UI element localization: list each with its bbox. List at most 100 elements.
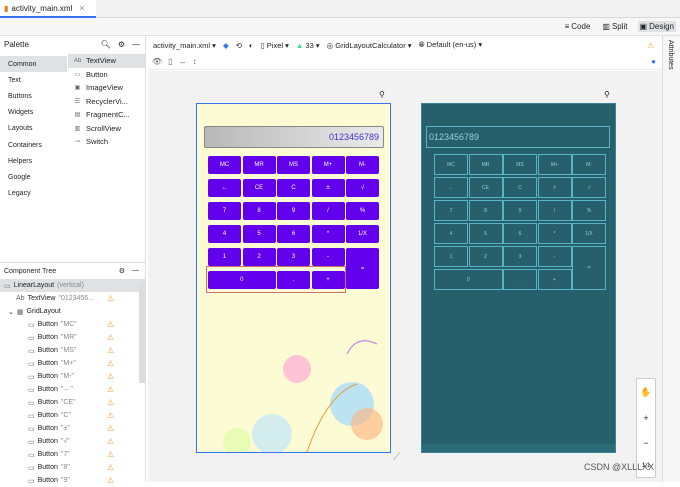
tree-node[interactable]: ▭ Button "MS" ⚠ (0, 344, 145, 357)
layout-file-dropdown[interactable]: activity_main.xml ▾ (153, 41, 216, 50)
calc-key[interactable]: ← (208, 179, 241, 197)
warning-icon[interactable]: ⚠ (107, 320, 114, 329)
calc-key[interactable]: % (346, 202, 379, 220)
chevron-down-icon[interactable]: ⌄ (8, 308, 14, 316)
palette-category-common[interactable]: Common (0, 56, 67, 73)
minimize-icon[interactable]: — (132, 267, 139, 275)
resize-handle-icon[interactable]: ⟋ (393, 452, 400, 463)
minimize-icon[interactable]: — (132, 40, 140, 49)
search-icon[interactable]: 🔍︎ (101, 40, 111, 49)
warning-icon[interactable]: ⚠ (107, 450, 114, 459)
calc-key[interactable]: 8 (242, 202, 276, 220)
calc-key[interactable]: CE (242, 179, 276, 197)
calc-key[interactable]: ± (311, 179, 345, 197)
calc-key[interactable]: MS (277, 156, 310, 174)
tree-node[interactable]: ▭ Button "CE" ⚠ (0, 396, 145, 409)
calc-key[interactable]: 1/X (346, 225, 379, 243)
horizontal-constraint-icon[interactable]: ↔ (179, 57, 187, 66)
palette-category-google[interactable]: Google (0, 169, 67, 185)
design-view-button[interactable]: ▣ Design (637, 21, 676, 32)
locale-dropdown[interactable]: 🌐︎ Default (en-us) ▾ (419, 40, 483, 50)
gear-icon[interactable]: ⚙ (119, 267, 125, 275)
warning-icon[interactable]: ⚠ (107, 346, 114, 355)
calc-key[interactable]: M+ (311, 156, 345, 174)
palette-category-layouts[interactable]: Layouts (0, 121, 67, 137)
vertical-constraint-icon[interactable]: ↕ (193, 57, 197, 66)
device-dropdown[interactable]: ▯ Pixel ▾ (261, 41, 289, 50)
tree-node[interactable]: ▭ Button "±" ⚠ (0, 422, 145, 435)
pin-icon[interactable]: ⚲ (379, 90, 385, 99)
tree-node[interactable]: ⌄ ▦ GridLayout (0, 305, 145, 318)
calc-key[interactable]: 9 (277, 202, 310, 220)
calc-key[interactable]: MR (242, 156, 276, 174)
warning-icon[interactable]: ⚠ (107, 333, 114, 342)
warning-icon[interactable]: ⚠ (107, 476, 114, 485)
design-preview[interactable]: 0123456789 MC MR MS M+ M- ← CE C ± √ 7 8 9/% 4 5 6 * 1/X 1… (196, 103, 391, 453)
close-tab-icon[interactable]: × (79, 3, 84, 13)
attributes-sidebar[interactable]: Attributes (662, 36, 680, 482)
warning-icon[interactable]: ⚠ (107, 424, 114, 433)
warning-icon[interactable]: ⚠ (107, 372, 114, 381)
palette-widget-imageview[interactable]: ▣ ImageView (68, 81, 146, 95)
palette-category-containers[interactable]: Containers (0, 137, 67, 153)
gear-icon[interactable]: ⚙ (118, 40, 125, 49)
calc-key[interactable]: M- (346, 156, 379, 174)
warning-icon[interactable]: ⚠ (107, 398, 114, 407)
warning-icon[interactable]: ⚠ (107, 294, 114, 303)
api-level-dropdown[interactable]: ▲ 33 ▾ (296, 41, 320, 50)
calc-key[interactable]: = (346, 248, 379, 289)
help-icon[interactable]: ● (651, 57, 656, 66)
split-view-button[interactable]: ▥ Split (600, 21, 629, 32)
orientation-icon[interactable]: ⟲ (236, 41, 242, 50)
tree-node[interactable]: Ab TextView "0123456... ⚠ (0, 292, 145, 305)
calc-key[interactable]: 3 (277, 248, 310, 266)
warning-icon[interactable]: ⚠ (107, 385, 114, 394)
calc-key[interactable]: 4 (208, 225, 241, 243)
warning-icon[interactable]: ⚠ (107, 359, 114, 368)
tree-node[interactable]: ▭ Button "7" ⚠ (0, 448, 145, 461)
calc-key[interactable]: C (277, 179, 310, 197)
palette-category-legacy[interactable]: Legacy (0, 186, 67, 202)
zoom-out-button[interactable]: − (643, 438, 648, 448)
tree-node[interactable]: ▭ Button "C" ⚠ (0, 409, 145, 422)
warning-icon[interactable]: ⚠ (647, 41, 654, 50)
tab-activity-main[interactable]: ▮ activity_main.xml × (0, 0, 96, 18)
palette-widget-fragmentc[interactable]: ▤ FragmentC... (68, 108, 146, 122)
calc-key[interactable]: 7 (208, 202, 241, 220)
tree-node[interactable]: ▭ Button "M-" ⚠ (0, 370, 145, 383)
palette-widget-button[interactable]: ▭ Button (68, 68, 146, 82)
calc-key[interactable]: MC (208, 156, 241, 174)
palette-widget-scrollview[interactable]: ▥ ScrollView (68, 122, 146, 136)
calc-key[interactable]: 5 (242, 225, 276, 243)
palette-category-buttons[interactable]: Buttons (0, 88, 67, 104)
blueprint-toggle-icon[interactable]: ▯ (168, 57, 172, 66)
pin-icon[interactable]: ⚲ (604, 90, 610, 99)
tree-node[interactable]: ▭ Button "←" ⚠ (0, 383, 145, 396)
theme-dropdown[interactable]: ◎ GridLayoutCalculator ▾ (327, 41, 412, 50)
design-surface-icon[interactable]: ◆ (223, 41, 229, 50)
tree-node[interactable]: ▭ Button "MR" ⚠ (0, 331, 145, 344)
calc-key[interactable]: 2 (242, 248, 276, 266)
calc-key[interactable]: * (311, 225, 345, 243)
night-mode-icon[interactable]: ◐ (249, 41, 254, 50)
tree-node[interactable]: ▭ Button "8" ⚠ (0, 461, 145, 474)
palette-widget-textview[interactable]: Ab TextView (68, 54, 146, 68)
code-view-button[interactable]: ≡ Code (563, 21, 593, 32)
tree-node[interactable]: ▭ Button "9" ⚠ (0, 474, 145, 487)
palette-category-text[interactable]: Text (0, 72, 67, 88)
palette-category-helpers[interactable]: Helpers (0, 153, 67, 169)
warning-icon[interactable]: ⚠ (107, 437, 114, 446)
warning-icon[interactable]: ⚠ (107, 463, 114, 472)
palette-widget-recyclervi[interactable]: ☰ RecyclerVi... (68, 95, 146, 109)
tree-node[interactable]: ▭ Button "M+" ⚠ (0, 357, 145, 370)
calc-key[interactable]: / (311, 202, 345, 220)
blueprint-preview[interactable]: 0123456789 MC MR MS M+ M- ← CE C ± √ 7 8 9/% 4 5 6 * 1/X 1… (421, 103, 616, 453)
tree-node[interactable]: ▭ Button "√" ⚠ (0, 435, 145, 448)
tree-scrollbar[interactable] (139, 283, 145, 383)
warning-icon[interactable]: ⚠ (107, 411, 114, 420)
calc-key[interactable]: 1 (208, 248, 241, 266)
zoom-in-button[interactable]: + (643, 413, 648, 423)
calc-key[interactable]: - (311, 248, 345, 266)
tree-node[interactable]: ▭ Button "MC" ⚠ (0, 318, 145, 331)
tree-node[interactable]: ▭ LinearLayout (vertical) (0, 279, 145, 292)
